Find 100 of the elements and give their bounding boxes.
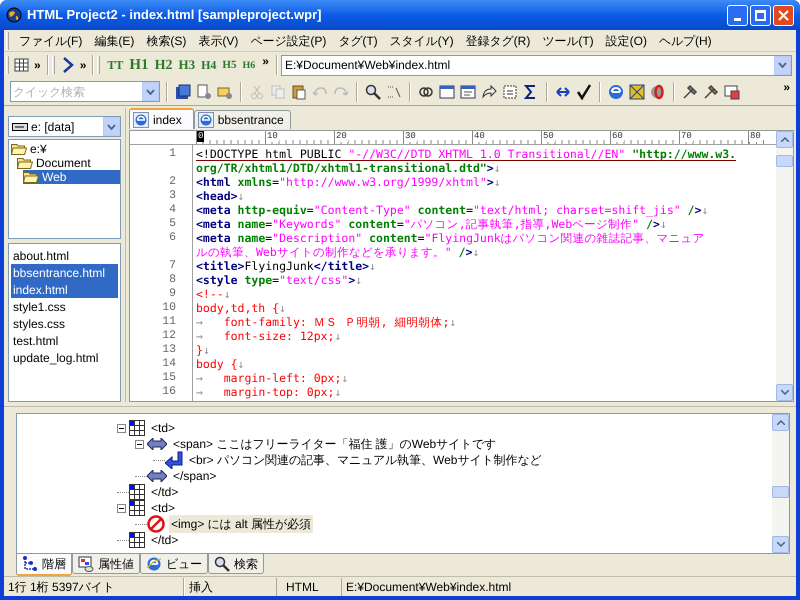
line-number: 2 — [169, 175, 176, 188]
heading-button[interactable]: H5 — [219, 56, 240, 74]
collapse-toggle[interactable] — [135, 440, 144, 448]
outline-node[interactable]: <td> — [149, 499, 178, 517]
menu-item[interactable]: 登録タグ(R) — [460, 32, 536, 50]
chevron-up-icon[interactable] — [776, 420, 784, 425]
scroll-thumb[interactable] — [776, 155, 793, 167]
maximize-button[interactable] — [750, 4, 771, 26]
heading-button[interactable]: H2 — [152, 54, 176, 76]
close-button[interactable] — [773, 4, 794, 26]
code-editor[interactable] — [129, 130, 794, 402]
file-item[interactable]: style1.css — [11, 298, 118, 315]
scroll-thumb[interactable] — [772, 486, 789, 498]
menu-item[interactable]: ツール(T) — [536, 32, 600, 50]
line-number: 4 — [169, 203, 176, 216]
minimize-button[interactable] — [727, 4, 748, 26]
code-line: → margin-left: 0px;↓ — [196, 371, 348, 385]
file-item[interactable]: bbsentrance.html — [11, 264, 118, 281]
outline-node[interactable]: <td> — [149, 419, 178, 437]
drive-selector[interactable]: e: [data] — [8, 116, 121, 137]
panel-icon[interactable] — [459, 82, 477, 100]
panel-tab[interactable]: 階層 — [16, 554, 72, 576]
menu-item[interactable]: タグ(T) — [332, 32, 384, 50]
menu-item[interactable]: 表示(V) — [192, 32, 244, 50]
chevron-up-icon[interactable] — [780, 137, 788, 142]
hammer-icon[interactable] — [702, 82, 720, 100]
folder-item[interactable]: Web — [23, 170, 120, 184]
toolbar-chevron[interactable]: » — [258, 52, 273, 70]
menu-item[interactable]: スタイル(Y) — [384, 32, 460, 50]
panel-tab[interactable]: 検索 — [208, 554, 264, 574]
heading-button[interactable]: H1 — [126, 54, 152, 76]
table-grid-icon — [129, 420, 145, 436]
code-line: <meta http-equiv="Content-Type" content="text/html; charset=shift_jis" />↓ — [196, 203, 708, 217]
code-line: <meta name="Description" content="FlyingJunkはパソコン関連の雑誌記事、マニュア — [196, 231, 705, 245]
browser-icon — [146, 556, 162, 572]
check-icon[interactable] — [575, 82, 593, 100]
editor-tab[interactable]: index — [129, 108, 194, 129]
heading-button[interactable]: H4 — [198, 56, 220, 74]
panel-tab[interactable]: ビュー — [140, 554, 208, 574]
editor-tab[interactable]: bbsentrance — [194, 110, 291, 129]
outline-node[interactable]: <img> には alt 属性が必須 — [169, 515, 314, 533]
file-item[interactable]: index.html — [11, 281, 118, 298]
menu-item[interactable]: ページ設定(P) — [244, 32, 332, 50]
line-number: 6 — [169, 231, 176, 244]
forward-arrow-icon[interactable] — [480, 82, 498, 100]
menu-item[interactable]: ヘルプ(H) — [652, 32, 718, 50]
menu-item[interactable]: 検索(S) — [140, 32, 192, 50]
hammer-icon[interactable] — [681, 82, 699, 100]
properties-icon — [78, 556, 94, 572]
teletype-button[interactable]: TT — [104, 56, 126, 74]
chevron-down-icon[interactable] — [776, 542, 784, 547]
folder-icon — [11, 143, 27, 155]
folder-item[interactable]: e:¥ — [11, 142, 51, 156]
line-number: 11 — [162, 315, 176, 328]
grid-icon[interactable] — [13, 56, 31, 74]
line-number: 8 — [169, 273, 176, 286]
toolbar-chevron[interactable]: » — [779, 78, 794, 96]
heading-button[interactable]: H6 — [239, 58, 258, 72]
save-all-icon[interactable] — [174, 82, 192, 100]
outline-node[interactable]: <span> ここはフリーライター「福住 護」のWebサイトです — [171, 435, 498, 453]
outline-scrollbar[interactable] — [772, 414, 789, 553]
folder-item[interactable]: Document — [17, 156, 95, 170]
ruler-label: 0 — [197, 131, 204, 142]
path-field[interactable]: E:¥Document¥Web¥index.html — [280, 54, 792, 76]
quick-search-field[interactable]: クイック検索 — [11, 82, 141, 101]
chevron-down-icon[interactable] — [780, 390, 788, 395]
menu-item[interactable]: 編集(E) — [88, 32, 140, 50]
outline-node[interactable]: </span> — [171, 467, 218, 485]
ruler-label: 20 — [335, 131, 348, 142]
line-number: 7 — [169, 259, 176, 272]
outline-node[interactable]: </td> — [149, 483, 180, 501]
folder-icon — [23, 171, 39, 183]
file-item[interactable]: update_log.html — [11, 349, 118, 366]
ruler-label: 30 — [404, 131, 417, 142]
menu-item[interactable]: 設定(O) — [600, 32, 653, 50]
frame-icon[interactable] — [501, 82, 519, 100]
file-item[interactable]: test.html — [11, 332, 118, 349]
outline-node[interactable]: <br> パソコン関連の記事、マニュアル執筆、Webサイト制作など — [187, 451, 544, 469]
editor-scrollbar[interactable] — [776, 131, 793, 401]
page-gear-icon[interactable] — [195, 82, 213, 100]
panel-icon[interactable] — [438, 82, 456, 100]
code-line: <meta name="Keywords" content="パソコン,記事執筆,指導,Webページ制作" />↓ — [196, 217, 667, 231]
double-arrow-icon — [147, 470, 167, 482]
file-item[interactable]: about.html — [11, 247, 118, 264]
window-title: HTML Project2 - index.html [sampleproject.wpr] — [27, 6, 322, 24]
heading-button[interactable]: H3 — [175, 55, 198, 75]
browser-icon[interactable] — [607, 82, 625, 100]
menu-item[interactable]: ファイル(F) — [13, 32, 88, 50]
panel-tab[interactable]: 属性値 — [72, 554, 140, 574]
toolbar-chevron[interactable]: » — [76, 56, 90, 74]
paste-icon[interactable] — [290, 82, 308, 100]
collapse-toggle[interactable] — [117, 424, 126, 432]
window-icon[interactable] — [723, 82, 741, 100]
table-grid-icon — [129, 484, 145, 500]
collapse-toggle[interactable] — [117, 504, 126, 512]
quick-search-combo[interactable]: クイック検索 — [10, 81, 160, 102]
outline-node[interactable]: </td> — [149, 531, 180, 549]
file-item[interactable]: styles.css — [11, 315, 118, 332]
search-icon[interactable] — [364, 82, 382, 100]
toolbar-chevron[interactable]: » — [31, 56, 44, 74]
